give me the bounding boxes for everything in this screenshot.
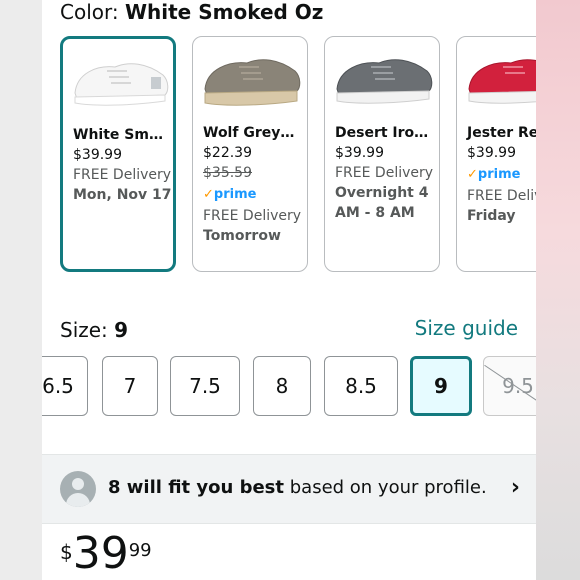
swatch-delivery-date: Friday (467, 208, 516, 224)
swatch-delivery: FREE Delivery (335, 165, 434, 181)
price-display: $3999 (60, 532, 152, 576)
price-whole: 39 (72, 528, 129, 579)
color-swatch-wolf-grey[interactable]: Wolf Grey S... $22.39 $35.59 ✓prime FREE… (192, 36, 308, 272)
size-guide-link[interactable]: Size guide (415, 316, 518, 340)
swatch-price: $39.99 (335, 145, 384, 161)
shoe-image (461, 39, 536, 117)
shoe-image (67, 41, 169, 119)
prime-check-icon: ✓ (203, 187, 214, 202)
color-swatch-white-smoked[interactable]: White Smok... $39.99 FREE Delivery Mon, … (60, 36, 176, 272)
chevron-right-icon[interactable]: › (511, 475, 520, 500)
color-swatch-jester-red[interactable]: Jester Red $39.99 ✓prime FREE Delivery F… (456, 36, 536, 272)
color-swatch-row: White Smok... $39.99 FREE Delivery Mon, … (42, 36, 536, 276)
size-option-8-5[interactable]: 8.5 (324, 356, 398, 416)
size-option-7[interactable]: 7 (102, 356, 158, 416)
color-swatch-desert-iron[interactable]: Desert Iron ... $39.99 FREE Delivery Ove… (324, 36, 440, 272)
prime-check-icon: ✓ (467, 167, 478, 182)
swatch-price: $22.39 (203, 145, 252, 161)
prime-badge: ✓prime (203, 187, 257, 202)
size-option-8[interactable]: 8 (253, 356, 311, 416)
fit-recommendation[interactable]: 8 will fit you best based on your profil… (42, 454, 536, 524)
prime-badge: ✓prime (467, 167, 521, 182)
price-currency: $ (60, 540, 73, 564)
swatch-delivery-date: Tomorrow (203, 228, 281, 244)
swatch-delivery-date: Mon, Nov 17 (73, 187, 172, 203)
product-options-panel: Color: White Smoked Oz White Smok... $39… (42, 0, 536, 580)
size-option-9-5-unavailable[interactable]: 9.5 (483, 356, 536, 416)
swatch-price: $39.99 (467, 145, 516, 161)
swatch-name: Desert Iron ... (335, 125, 439, 141)
swatch-delivery: FREE Delivery (203, 208, 302, 224)
left-edge-background (0, 0, 42, 580)
size-selector-row: 6.5 7 7.5 8 8.5 9 9.5 (42, 356, 536, 418)
fit-recommendation-text: 8 will fit you best based on your profil… (108, 477, 487, 498)
size-label-text: Size: (60, 318, 108, 342)
color-label-text: Color: (60, 0, 119, 24)
swatch-price: $39.99 (73, 147, 122, 163)
color-label: Color: White Smoked Oz (60, 0, 323, 24)
selected-size-value: 9 (114, 318, 129, 342)
avatar-icon (60, 471, 96, 507)
right-edge-background (536, 0, 580, 580)
size-label: Size: 9 (60, 318, 128, 342)
swatch-delivery: FREE Delivery (73, 167, 172, 183)
swatch-list-price: $35.59 (203, 165, 252, 181)
swatch-delivery-date: Overnight 4 (335, 185, 429, 201)
size-option-7-5[interactable]: 7.5 (170, 356, 240, 416)
swatch-name: Wolf Grey S... (203, 125, 307, 141)
swatch-name: White Smok... (73, 127, 173, 143)
swatch-delivery: FREE Delivery (467, 188, 536, 204)
price-fraction: 99 (128, 540, 152, 561)
swatch-name: Jester Red (467, 125, 536, 141)
shoe-image (329, 39, 435, 117)
size-option-9[interactable]: 9 (410, 356, 472, 416)
swatch-delivery-window: AM - 8 AM (335, 205, 415, 221)
selected-color-value: White Smoked Oz (124, 0, 324, 24)
size-option-6-5[interactable]: 6.5 (42, 356, 88, 416)
shoe-image (197, 39, 303, 117)
